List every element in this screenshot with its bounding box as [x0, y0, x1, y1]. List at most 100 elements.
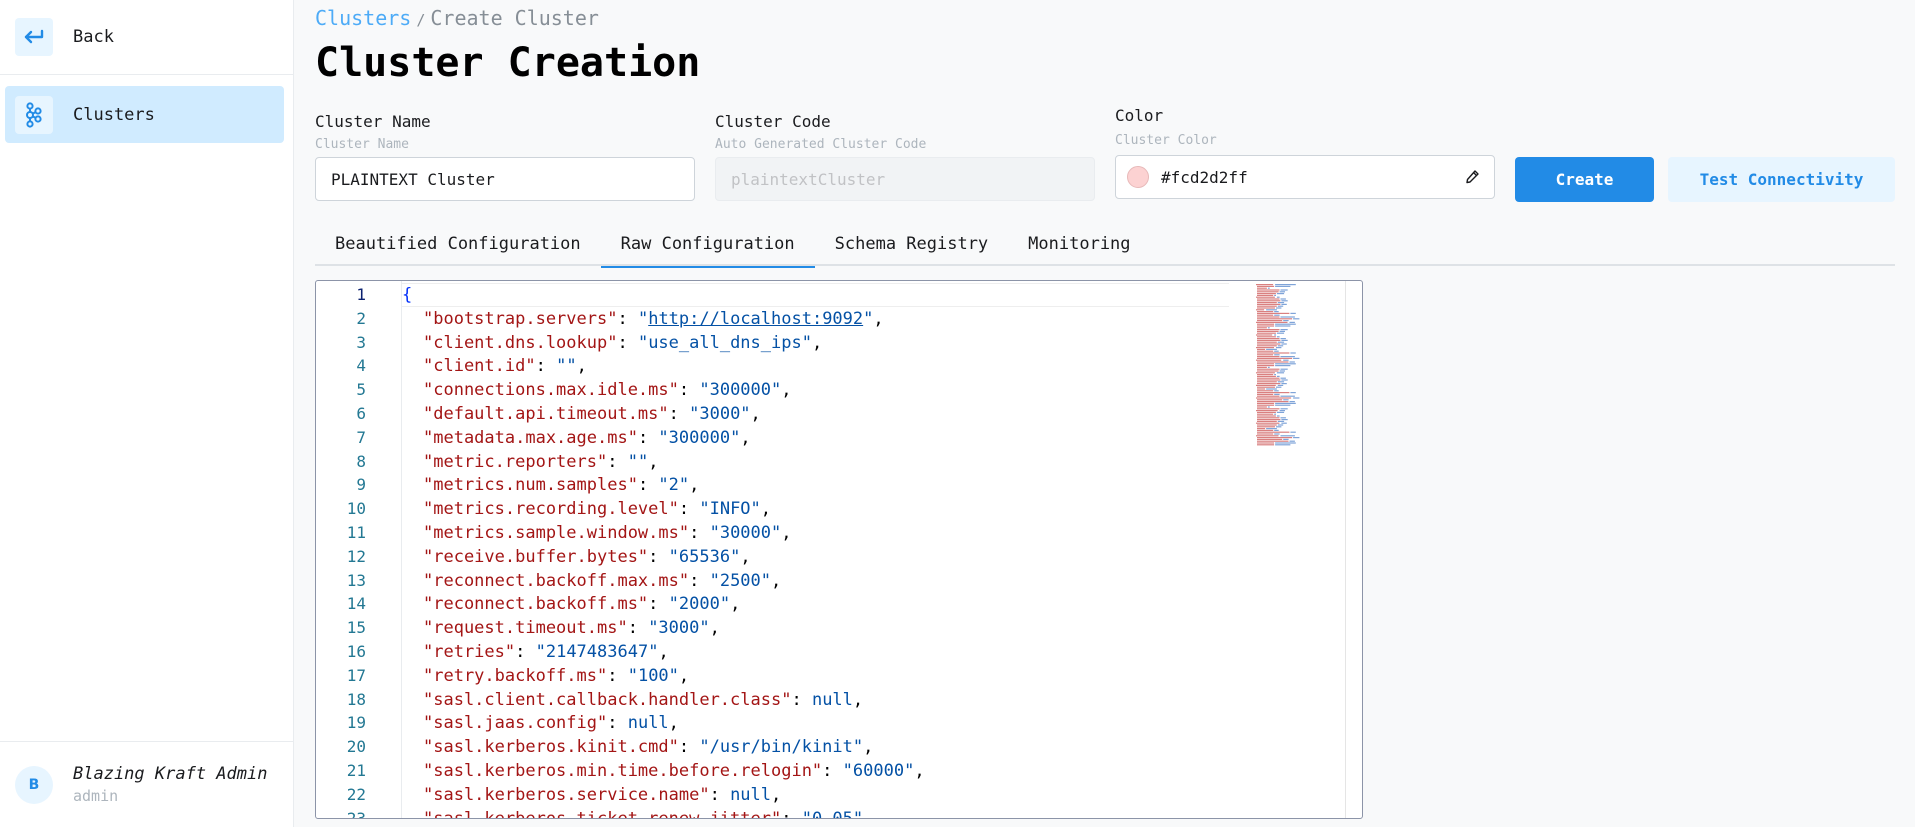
minimap-line	[1293, 357, 1300, 359]
minimap-line	[1257, 338, 1280, 340]
minimap-line	[1257, 429, 1274, 431]
minimap-line	[1256, 359, 1282, 361]
code-area[interactable]: {"bootstrap.servers": "http://localhost:…	[402, 281, 1362, 818]
minimap-line	[1293, 437, 1300, 439]
json-key: "sasl.kerberos.ticket.renew.jitter"	[423, 808, 782, 819]
json-value: "30000"	[709, 523, 782, 543]
color-value: #fcd2d2ff	[1161, 167, 1248, 187]
minimap-line	[1257, 428, 1266, 430]
minimap-line	[1275, 402, 1296, 404]
code-line: "metrics.sample.window.ms": "30000",	[423, 523, 792, 543]
minimap-line	[1257, 408, 1280, 410]
json-value: "100"	[627, 665, 679, 686]
line-number: 5	[356, 380, 366, 400]
minimap-line	[1274, 314, 1280, 316]
minimap-line	[1257, 406, 1267, 408]
minimap-line	[1257, 329, 1280, 331]
cluster-name-input[interactable]: PLAINTEXT Cluster	[315, 157, 695, 201]
line-number: 19	[346, 713, 366, 733]
editor-scrollbar[interactable]	[1345, 281, 1346, 818]
minimap-line	[1274, 294, 1276, 296]
minimap-line	[1277, 302, 1285, 304]
minimap-line	[1257, 318, 1293, 320]
minimap-line	[1257, 366, 1267, 368]
create-button[interactable]: Create	[1515, 157, 1654, 202]
line-number: 16	[346, 642, 366, 661]
minimap-line	[1276, 307, 1282, 309]
minimap-line	[1274, 311, 1279, 313]
code-line: "retry.backoff.ms": "100",	[423, 665, 690, 686]
code-line: "sasl.jaas.config": null,	[423, 713, 679, 734]
line-number: 23	[346, 808, 366, 819]
minimap-line	[1279, 330, 1285, 332]
minimap-line	[1275, 285, 1291, 287]
color-picker-icon[interactable]	[1464, 169, 1480, 185]
minimap-line	[1266, 428, 1277, 430]
minimap-line	[1280, 289, 1288, 291]
json-value: ""	[627, 451, 649, 472]
code-line: "metric.reporters": "",	[423, 451, 659, 472]
test-connectivity-button[interactable]: Test Connectivity	[1668, 157, 1895, 202]
tab-beautified-configuration[interactable]: Beautified Configuration	[315, 222, 601, 266]
minimap-line	[1274, 429, 1279, 431]
minimap-line	[1257, 327, 1267, 329]
minimap-line	[1257, 442, 1275, 444]
minimap-line	[1257, 379, 1281, 381]
minimap-line	[1276, 386, 1282, 388]
minimap-line	[1257, 415, 1276, 417]
back-label: Back	[73, 27, 114, 47]
minimap-line	[1280, 316, 1295, 318]
color-swatch[interactable]	[1127, 166, 1149, 188]
minimap-line	[1276, 375, 1280, 377]
minimap-line	[1280, 395, 1295, 397]
color-input[interactable]: #fcd2d2ff	[1115, 155, 1495, 199]
minimap-line	[1257, 307, 1275, 309]
minimap-line	[1276, 332, 1285, 334]
minimap-line	[1289, 440, 1295, 442]
minimap-line	[1256, 309, 1265, 311]
minimap-line	[1256, 372, 1275, 374]
json-key: "sasl.kerberos.min.time.before.relogin"	[423, 761, 823, 781]
line-number: 22	[346, 784, 366, 804]
minimap-line	[1281, 339, 1288, 341]
minimap-line	[1257, 444, 1275, 446]
back-button[interactable]: Back	[0, 0, 293, 75]
minimap-line	[1276, 336, 1280, 338]
json-key: "client.id"	[423, 356, 536, 377]
raw-config-editor[interactable]: 1 2 3 4 5 6 7 8 9 10 11 12 13 14 15 16 17 18 19 20 21 22 23 {"…	[315, 280, 1363, 819]
code-line: "request.timeout.ms": "3000",	[423, 618, 720, 639]
code-line: "sasl.client.callback.handler.class": nu…	[423, 689, 864, 710]
minimap-line	[1257, 356, 1280, 358]
minimap-line	[1277, 420, 1285, 422]
minimap-line	[1257, 411, 1276, 413]
breadcrumb-clusters-link[interactable]: Clusters	[315, 6, 411, 30]
minimap-line	[1277, 424, 1284, 426]
minimap-line	[1277, 341, 1285, 343]
minimap-line	[1267, 287, 1270, 289]
user-profile[interactable]: B Blazing Kraft Admin admin	[0, 741, 294, 827]
cluster-name-description: Cluster Name	[315, 137, 409, 152]
line-number: 15	[346, 618, 366, 638]
line-number: 2	[356, 308, 366, 328]
json-value[interactable]: "http://localhost:9092"	[638, 309, 873, 329]
tab-schema-registry[interactable]: Schema Registry	[815, 222, 1009, 266]
code-line: "client.dns.lookup": "use_all_dns_ips",	[423, 332, 823, 353]
code-line: "sasl.kerberos.ticket.renew.jitter": "0.…	[423, 807, 873, 819]
tab-monitoring[interactable]: Monitoring	[1008, 222, 1150, 266]
kafka-cluster-icon	[15, 95, 53, 134]
minimap-line	[1257, 388, 1266, 390]
sidebar-item-clusters[interactable]: Clusters	[5, 86, 284, 143]
json-value: "300000"	[658, 427, 741, 448]
tab-raw-configuration[interactable]: Raw Configuration	[600, 222, 815, 268]
minimap-line	[1257, 332, 1276, 334]
minimap-line	[1257, 354, 1274, 356]
minimap-line	[1257, 431, 1290, 433]
minimap-line	[1274, 374, 1276, 376]
minimap-line	[1257, 426, 1275, 428]
minimap-line	[1257, 341, 1277, 343]
minimap-line	[1280, 356, 1295, 358]
minimap-line	[1257, 320, 1283, 322]
json-value: "INFO"	[699, 499, 761, 520]
minimap-line	[1257, 433, 1274, 435]
minimap-line	[1276, 293, 1285, 295]
